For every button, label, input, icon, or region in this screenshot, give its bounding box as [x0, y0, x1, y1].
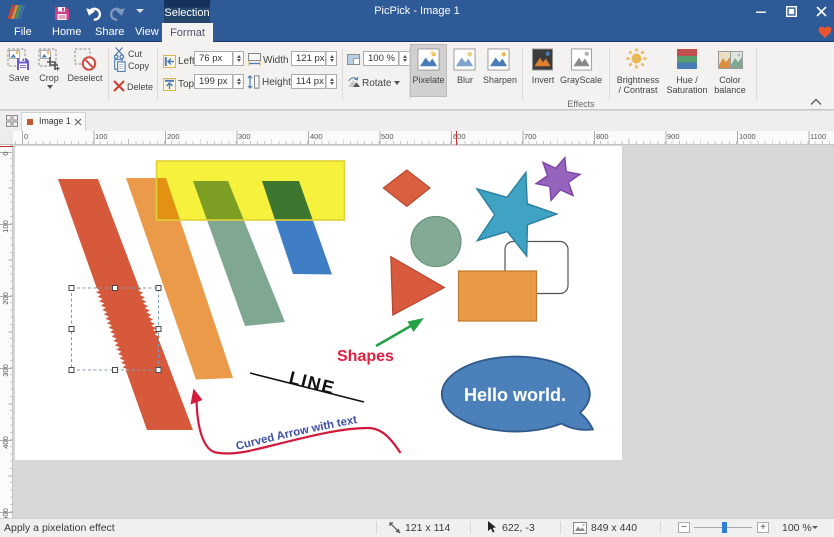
svg-text:Hello world.: Hello world. [464, 385, 566, 405]
svg-text:LINE: LINE [287, 367, 337, 398]
svg-text:Curved Arrow with text: Curved Arrow with text [235, 414, 358, 453]
svg-text:Shapes: Shapes [337, 348, 394, 365]
